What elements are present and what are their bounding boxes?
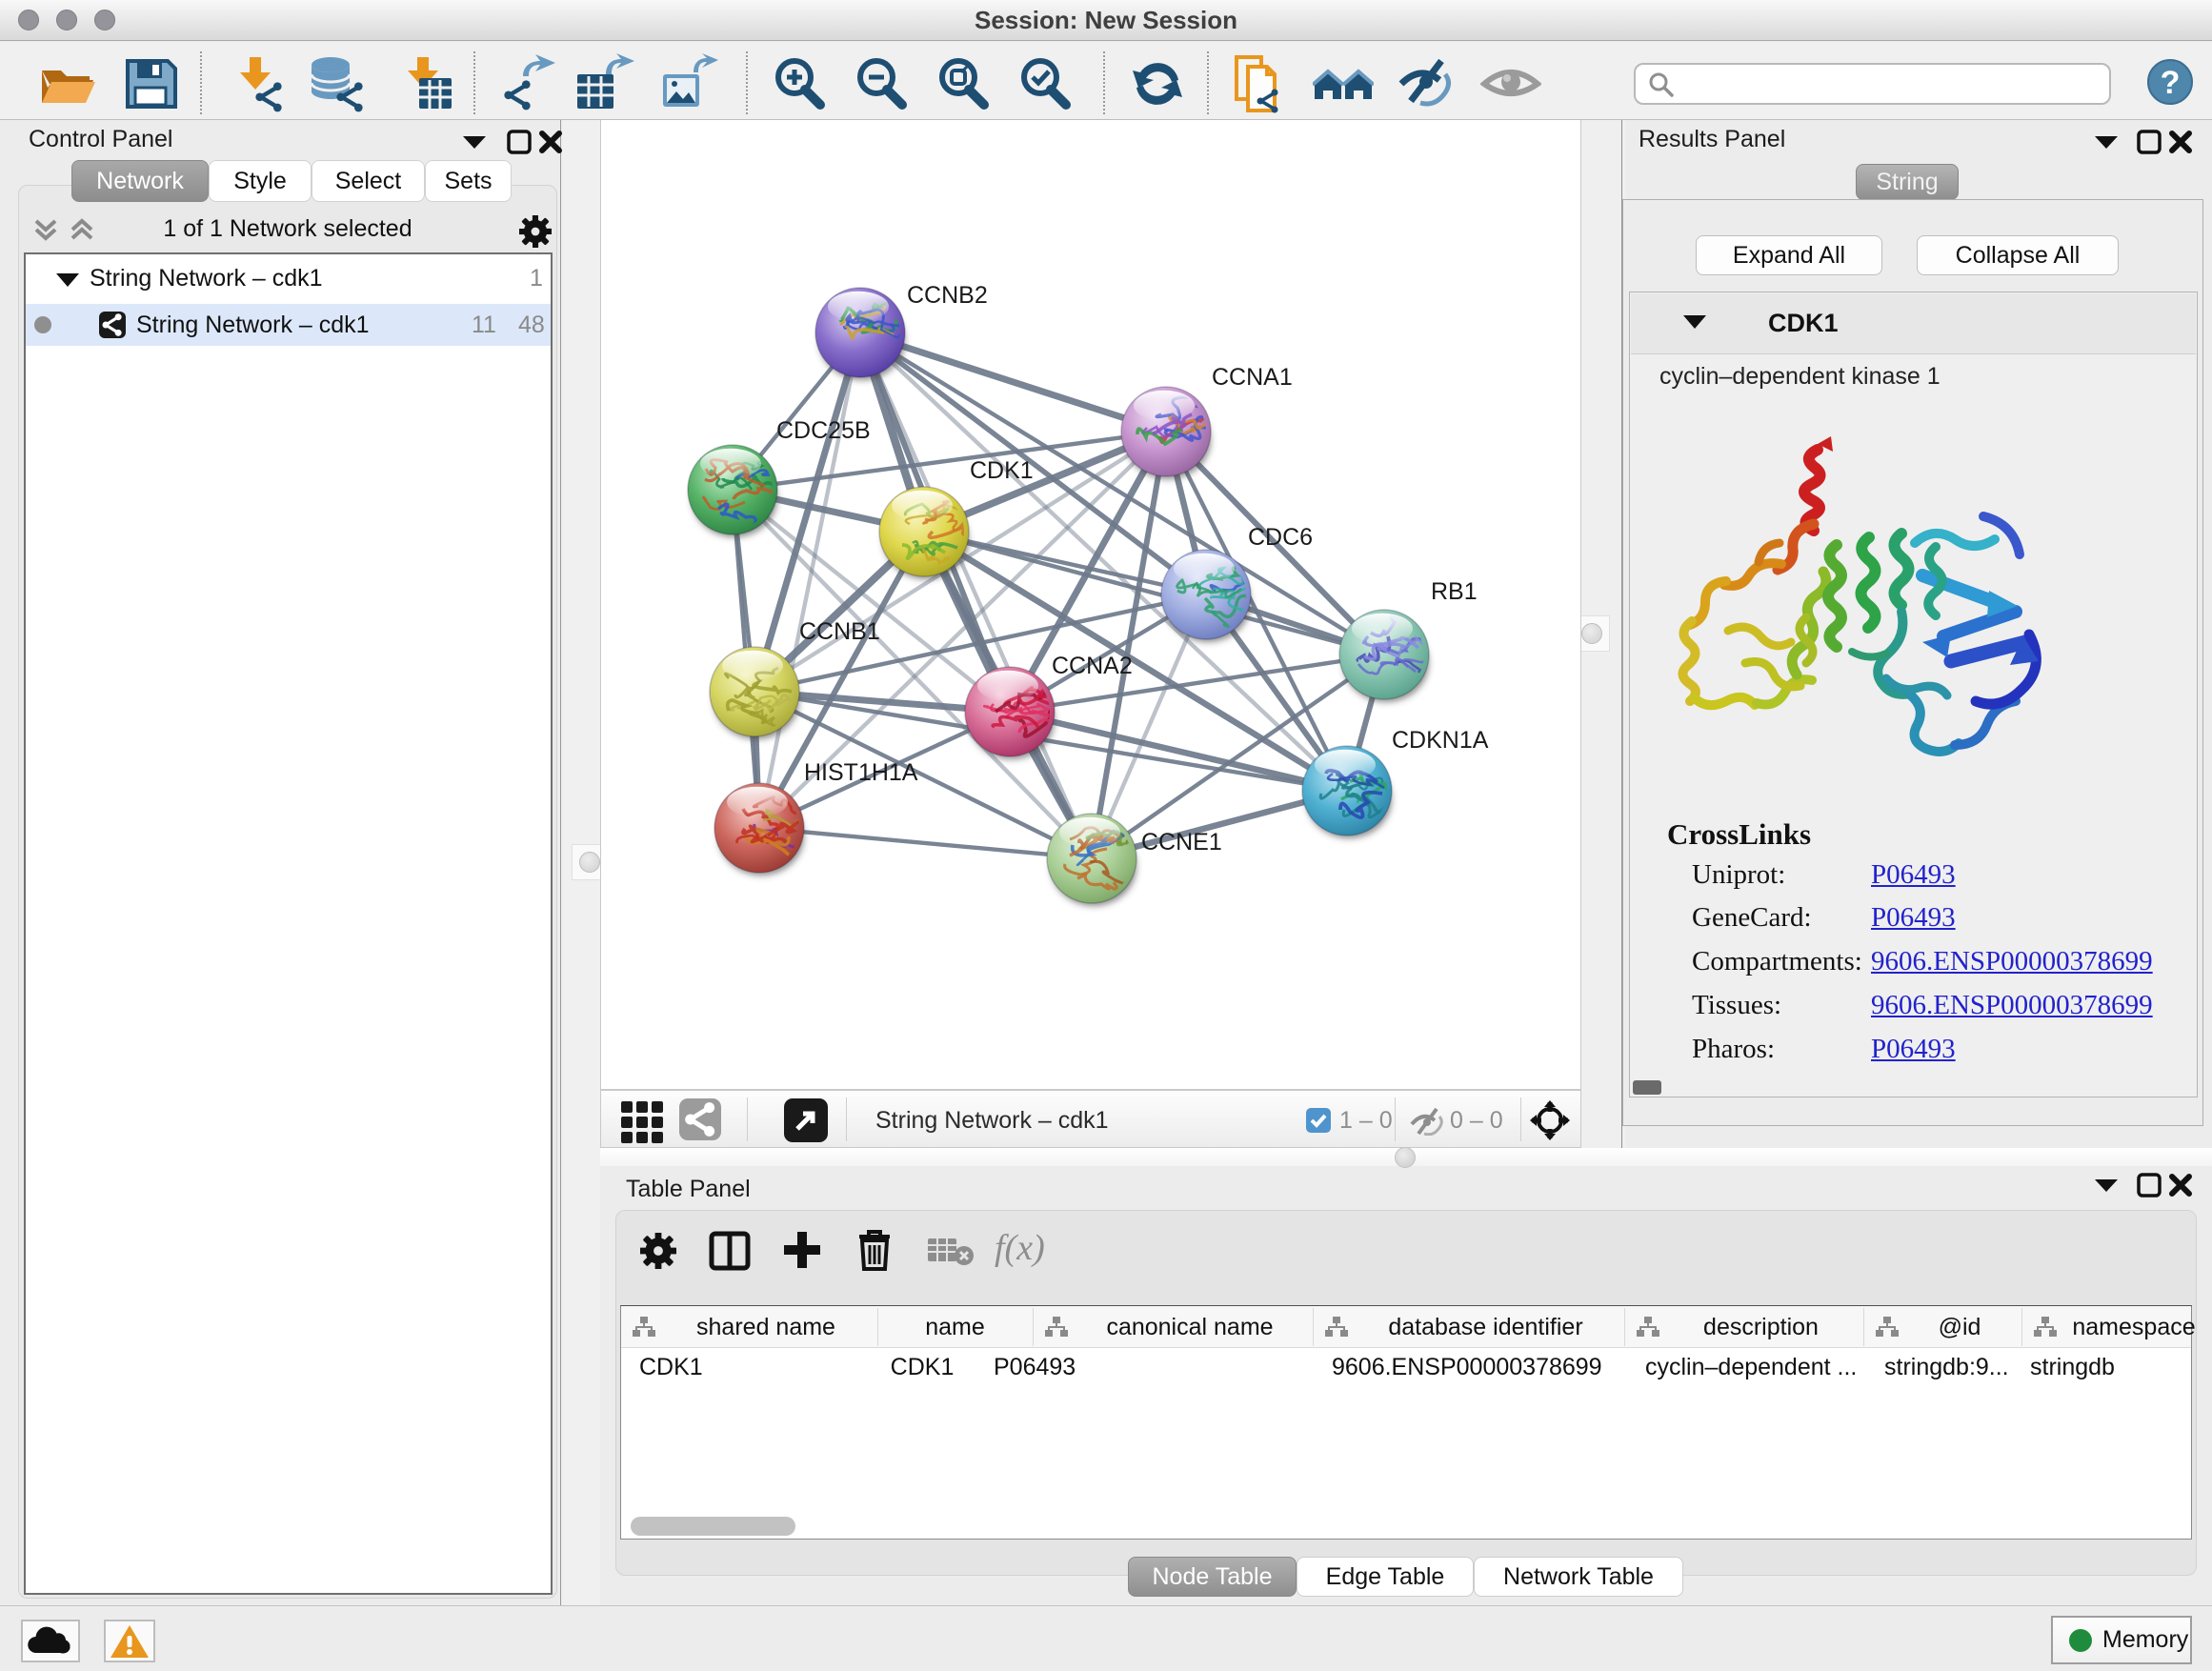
svg-text:CCNB1: CCNB1: [799, 618, 880, 645]
svg-text:CDKN1A: CDKN1A: [1392, 727, 1489, 754]
svg-text:CCNA1: CCNA1: [1212, 364, 1293, 391]
svg-text:RB1: RB1: [1431, 578, 1478, 605]
svg-text:CDC6: CDC6: [1248, 524, 1313, 551]
svg-text:CCNA2: CCNA2: [1052, 653, 1133, 679]
svg-text:CDC25B: CDC25B: [776, 417, 871, 444]
svg-text:HIST1H1A: HIST1H1A: [804, 759, 918, 786]
svg-text:CCNB2: CCNB2: [907, 282, 988, 309]
svg-text:CCNE1: CCNE1: [1141, 829, 1222, 856]
svg-text:CDK1: CDK1: [970, 457, 1034, 484]
